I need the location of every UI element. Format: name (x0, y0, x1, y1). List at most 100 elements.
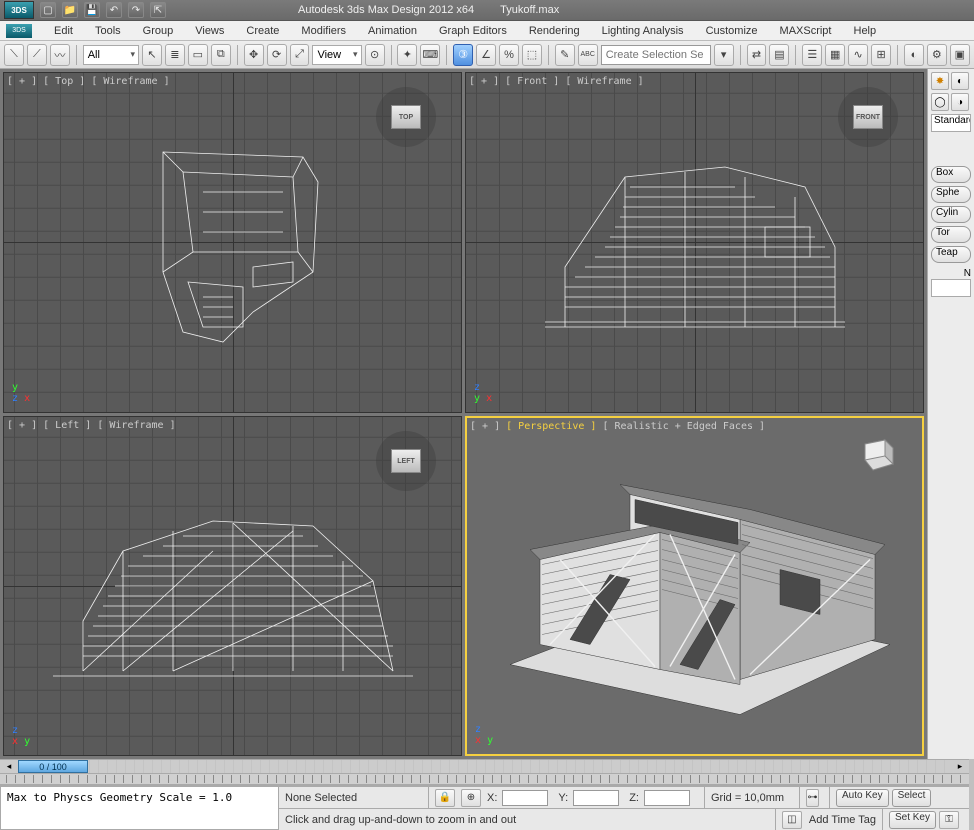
viewport-left-label[interactable]: [ + ] [ Left ] [ Wireframe ] (7, 420, 176, 431)
percent-snap-icon[interactable]: % (499, 44, 519, 66)
viewcube-front[interactable]: FRONT (838, 87, 898, 147)
window-crossing-icon[interactable]: ⧉ (211, 44, 231, 66)
object-type-dropdown[interactable]: Standard (931, 114, 971, 132)
rotate-icon[interactable]: ⟳ (267, 44, 287, 66)
menu-graph-editors[interactable]: Graph Editors (429, 23, 517, 39)
add-time-tag-label[interactable]: Add Time Tag (809, 814, 876, 826)
selection-set-dropdown-icon[interactable]: ▾ (714, 44, 734, 66)
link-object-icon[interactable]: ⟍ (4, 44, 24, 66)
viewport-front-label[interactable]: [ + ] [ Front ] [ Wireframe ] (469, 76, 644, 87)
viewcube-left[interactable]: LEFT (376, 431, 436, 491)
menu-edit[interactable]: Edit (44, 23, 83, 39)
select-by-name-icon[interactable]: ≣ (165, 44, 185, 66)
viewport-top-label[interactable]: [ + ] [ Top ] [ Wireframe ] (7, 76, 170, 87)
primitive-torus-button[interactable]: Tor (931, 226, 971, 243)
angle-snap-icon[interactable]: ∠ (476, 44, 496, 66)
viewcube-perspective[interactable] (855, 432, 897, 474)
x-label: X: (487, 792, 497, 804)
set-key-button[interactable]: Set Key (889, 811, 936, 829)
grid-status: Grid = 10,0mm (705, 787, 800, 808)
menu-rendering[interactable]: Rendering (519, 23, 590, 39)
new-icon[interactable]: ▢ (40, 2, 56, 18)
auto-key-button[interactable]: Auto Key (836, 789, 889, 807)
object-name-input[interactable] (931, 279, 971, 297)
viewport-left[interactable]: [ + ] [ Left ] [ Wireframe ] LEFT zx y (3, 416, 462, 757)
menu-customize[interactable]: Customize (696, 23, 768, 39)
geometry-category-icon[interactable]: ◯ (931, 93, 949, 111)
modify-tab-icon[interactable]: ◐ (951, 72, 969, 90)
selection-set-input[interactable] (601, 45, 711, 65)
curve-editor-icon[interactable]: ∿ (848, 44, 868, 66)
create-tab-icon[interactable]: ✸ (931, 72, 949, 90)
primitive-sphere-button[interactable]: Sphe (931, 186, 971, 203)
time-slider[interactable]: ◂ 0 / 100 ▸ (0, 759, 969, 774)
keyboard-shortcut-icon[interactable]: ⌨ (420, 44, 440, 66)
menu-animation[interactable]: Animation (358, 23, 427, 39)
manipulate-icon[interactable]: ✦ (397, 44, 417, 66)
viewport-front[interactable]: [ + ] [ Front ] [ Wireframe ] FRONT zy x (465, 72, 924, 413)
key-filters-icon[interactable]: ⚿ (939, 811, 959, 829)
name-and-color-label: N (931, 268, 971, 279)
primitive-box-button[interactable]: Box (931, 166, 971, 183)
move-icon[interactable]: ✥ (244, 44, 264, 66)
menu-help[interactable]: Help (844, 23, 887, 39)
select-icon[interactable]: ↖ (142, 44, 162, 66)
schematic-view-icon[interactable]: ⊞ (871, 44, 891, 66)
mirror-icon[interactable]: ⇄ (747, 44, 767, 66)
menu-create[interactable]: Create (236, 23, 289, 39)
unlink-icon[interactable]: ⟋ (27, 44, 47, 66)
scale-icon[interactable]: ⤢ (290, 44, 310, 66)
viewport-perspective-label[interactable]: [ + ] [ Perspective ] [ Realistic + Edge… (470, 421, 765, 432)
edit-named-sel-icon[interactable]: ✎ (555, 44, 575, 66)
maxscript-listener[interactable]: Max to Physcs Geometry Scale = 1.0 (0, 786, 279, 830)
primitive-cylinder-button[interactable]: Cylin (931, 206, 971, 223)
ref-coord-dropdown[interactable]: View (312, 45, 361, 65)
material-editor-icon[interactable]: ◐ (904, 44, 924, 66)
menu-views[interactable]: Views (185, 23, 234, 39)
menu-tools[interactable]: Tools (85, 23, 131, 39)
x-coord-input[interactable] (502, 790, 548, 806)
abc-icon[interactable]: ABC (578, 44, 598, 66)
menu-lighting-analysis[interactable]: Lighting Analysis (592, 23, 694, 39)
y-coord-input[interactable] (573, 790, 619, 806)
absolute-mode-icon[interactable]: ⊕ (461, 789, 481, 807)
graphite-icon[interactable]: ▦ (825, 44, 845, 66)
viewcube-top[interactable]: TOP (376, 87, 436, 147)
layer-manager-icon[interactable]: ☰ (802, 44, 822, 66)
lock-selection-icon[interactable]: 🔒 (435, 789, 455, 807)
spinner-snap-icon[interactable]: ⬚ (522, 44, 542, 66)
select-region-rect-icon[interactable]: ▭ (188, 44, 208, 66)
menu-modifiers[interactable]: Modifiers (291, 23, 356, 39)
save-icon[interactable]: 💾 (84, 2, 100, 18)
time-tag-icon[interactable]: ◫ (782, 811, 802, 829)
pivot-center-icon[interactable]: ⊙ (365, 44, 385, 66)
comm-center-icon[interactable]: ⊶ (806, 789, 819, 807)
primitive-teapot-button[interactable]: Teap (931, 246, 971, 263)
selection-filter-dropdown[interactable]: All (83, 45, 139, 65)
prompt-line: Click and drag up-and-down to zoom in an… (279, 809, 776, 830)
align-icon[interactable]: ▤ (769, 44, 789, 66)
axis-gizmo-front: zy x (474, 382, 492, 404)
viewport-top[interactable]: [ + ] [ Top ] [ Wireframe ] TOP yz x (3, 72, 462, 413)
time-scroll-right-icon[interactable]: ▸ (951, 760, 969, 773)
menu-group[interactable]: Group (133, 23, 184, 39)
time-slider-thumb[interactable]: 0 / 100 (18, 760, 88, 773)
time-ruler[interactable] (0, 774, 969, 785)
viewport-perspective[interactable]: [ + ] [ Perspective ] [ Realistic + Edge… (465, 416, 924, 757)
z-coord-input[interactable] (644, 790, 690, 806)
time-scroll-left-icon[interactable]: ◂ (0, 760, 18, 773)
menu-maxscript[interactable]: MAXScript (770, 23, 842, 39)
render-setup-icon[interactable]: ⚙ (927, 44, 947, 66)
undo-icon[interactable]: ↶ (106, 2, 122, 18)
link-icon[interactable]: ⇱ (150, 2, 166, 18)
redo-icon[interactable]: ↷ (128, 2, 144, 18)
title-bar: 3DS ▢ 📁 💾 ↶ ↷ ⇱ Autodesk 3ds Max Design … (0, 0, 974, 21)
open-icon[interactable]: 📁 (62, 2, 78, 18)
shapes-category-icon[interactable]: ◑ (951, 93, 969, 111)
select-button[interactable]: Select (892, 789, 932, 807)
app-logo-small[interactable]: 3DS (6, 24, 32, 38)
render-frame-icon[interactable]: ▣ (950, 44, 970, 66)
app-logo[interactable]: 3DS (4, 1, 34, 19)
bind-space-warp-icon[interactable]: 〰 (50, 44, 70, 66)
snaps-toggle-icon[interactable]: ③ (453, 44, 473, 66)
